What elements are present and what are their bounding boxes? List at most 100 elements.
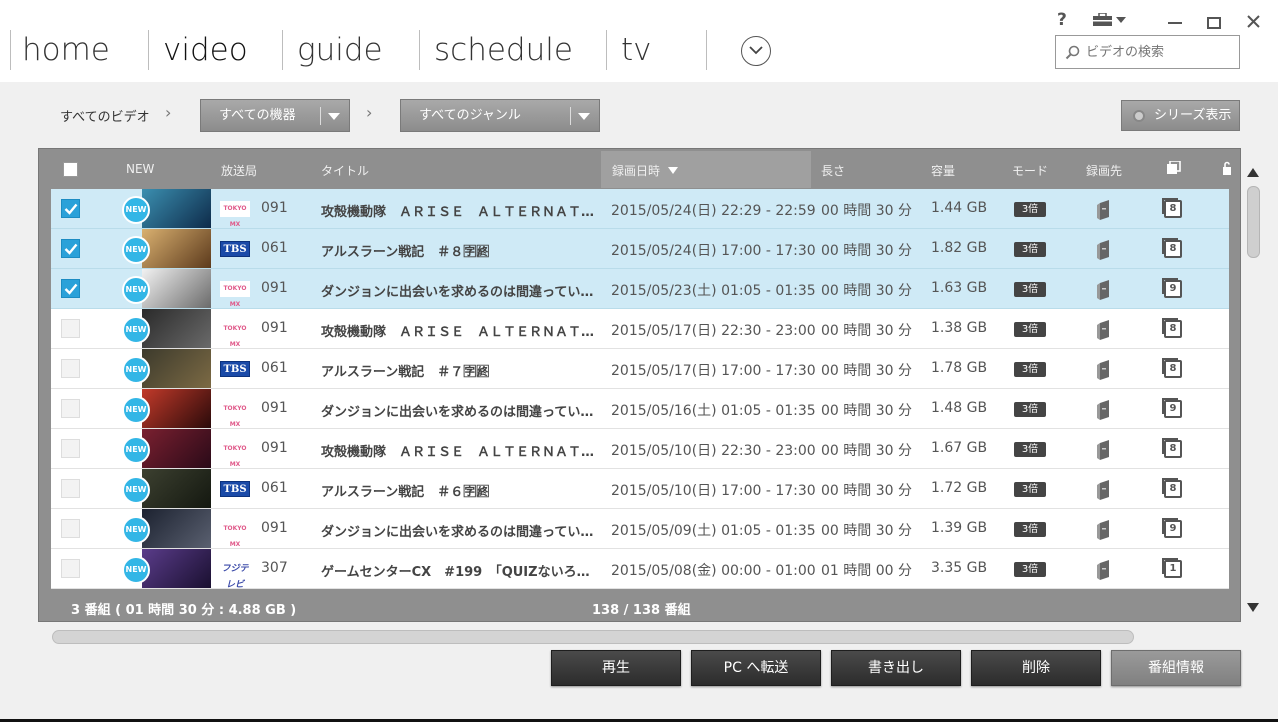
video-thumbnail[interactable] [142,309,211,348]
row-checkbox[interactable] [61,439,80,458]
table-row[interactable]: NEW TBS 061 アルスラーン戦記 ＃６🈑🈡 2015/05/10(日) 17:0… [51,469,1229,509]
caret-down-icon [328,113,340,120]
video-list-panel: NEW 放送局 タイトル 録画日時 長さ 容量 モード 録画先 NEW TOKYO… [38,148,1241,622]
column-header-size[interactable]: 容量 [931,162,955,179]
table-row[interactable]: NEW TOKYO MX 091 攻殻機動隊 ＡＲＩＳＥ ＡＬＴＥＲＮＡＴＩＶＥ 201… [51,309,1229,349]
channel-logo: TOKYO MX [220,441,250,468]
row-checkbox[interactable] [61,519,80,538]
tab-tv[interactable]: tv [621,30,652,70]
scroll-up-arrow[interactable] [1247,168,1259,177]
row-checkbox[interactable] [61,559,80,578]
breadcrumb-root[interactable]: すべてのビデオ [60,106,150,125]
dropdown-divider [320,107,321,125]
column-header-destination[interactable]: 録画先 [1086,162,1122,179]
table-row[interactable]: NEW TOKYO MX 091 攻殻機動隊 ＡＲＩＳＥ ＡＬＴＥＲＮＡＴＩＶＥ 201… [51,429,1229,469]
column-header-station[interactable]: 放送局 [221,162,257,179]
more-tabs-button[interactable] [741,36,771,66]
video-thumbnail[interactable] [142,349,211,388]
radio-icon [1133,110,1145,122]
video-thumbnail[interactable] [142,549,211,588]
channel-logo: TOKYO MX [220,321,250,348]
recorded-datetime: 2015/05/08(金) 00:00 - 01:00 [611,563,816,579]
table-row[interactable]: NEW TOKYO MX 091 攻殻機動隊 ＡＲＩＳＥ ＡＬＴＥＲＮＡＴＩＶＥ 201… [51,189,1229,229]
search-input[interactable] [1086,42,1234,62]
program-length: 00 時間 30 分 [821,523,912,539]
column-header-recorded[interactable]: 録画日時 [612,162,679,179]
copy-count-icon: 9 [1162,278,1182,298]
checkmark-icon [64,203,78,215]
maximize-button[interactable] [1207,14,1221,34]
column-header-lock-icon[interactable] [1222,161,1232,178]
breadcrumb-arrow-icon: › [366,103,373,122]
program-length: 00 時間 30 分 [821,243,912,259]
search-box[interactable] [1055,35,1240,69]
row-checkbox[interactable] [61,479,80,498]
row-checkbox[interactable] [61,359,80,378]
video-thumbnail[interactable] [142,269,211,308]
channel-number: 091 [261,280,288,296]
column-header-title[interactable]: タイトル [321,162,369,179]
program-title: アルスラーン戦記 ＃７🈑🈡 [321,365,490,380]
column-header-recorded-label: 録画日時 [612,164,661,178]
file-size: 1.44 GB [931,200,988,216]
column-header-new[interactable]: NEW [126,162,154,176]
video-thumbnail[interactable] [142,429,211,468]
new-badge: NEW [122,316,150,344]
program-length: 01 時間 00 分 [821,563,912,579]
select-all-checkbox[interactable] [63,162,78,177]
tab-divider [282,30,283,70]
export-button[interactable]: 書き出し [831,650,961,686]
series-toggle-button[interactable]: シリーズ表示 [1121,100,1240,131]
tab-video[interactable]: video [163,30,248,70]
video-thumbnail[interactable] [142,469,211,508]
row-checkbox[interactable] [61,239,80,258]
vertical-scrollbar-thumb[interactable] [1247,186,1260,258]
video-thumbnail[interactable] [142,189,211,228]
channel-number: 091 [261,200,288,216]
program-title: 攻殻機動隊 ＡＲＩＳＥ ＡＬＴＥＲＮＡＴＩＶＥ [321,325,601,340]
new-badge: NEW [122,356,150,384]
column-header-mode[interactable]: モード [1012,162,1048,179]
minimize-button[interactable] [1168,8,1182,29]
sort-descending-icon [668,167,679,174]
recorded-datetime: 2015/05/10(日) 17:00 - 17:30 [611,483,816,499]
row-checkbox[interactable] [61,279,80,298]
video-thumbnail[interactable] [142,509,211,548]
transfer-to-pc-button[interactable]: PC へ転送 [691,650,821,686]
new-badge: NEW [122,396,150,424]
chevron-down-icon [749,46,763,55]
table-row[interactable]: NEW TOKYO MX 091 ダンジョンに出会いを求めるのは間違っているだろうか 2… [51,269,1229,309]
program-info-button[interactable]: 番組情報 [1111,650,1241,686]
column-header-length[interactable]: 長さ [821,162,845,179]
genre-dropdown[interactable]: すべてのジャンル [400,99,600,132]
delete-button[interactable]: 削除 [971,650,1101,686]
table-row[interactable]: NEW フジテレビONE 307 ゲームセンターCX #199 「QUIZないろは」 2… [51,549,1229,589]
row-checkbox[interactable] [61,199,80,218]
recorded-datetime: 2015/05/23(土) 01:05 - 01:35 [611,283,816,299]
close-button[interactable] [1247,13,1260,33]
channel-logo: TBS [220,361,250,377]
table-row[interactable]: NEW TBS 061 アルスラーン戦記 ＃７🈑🈡 2015/05/17(日) 17:0… [51,349,1229,389]
row-checkbox[interactable] [61,399,80,418]
horizontal-scrollbar[interactable] [52,630,1134,644]
scroll-down-arrow[interactable] [1247,603,1259,612]
recording-mode-badge: 3倍 [1014,362,1046,377]
table-row[interactable]: NEW TOKYO MX 091 ダンジョンに出会いを求めるのは間違っているだろうか 2… [51,509,1229,549]
new-badge: NEW [122,276,150,304]
tab-home[interactable]: home [22,30,110,70]
recorded-datetime: 2015/05/17(日) 17:00 - 17:30 [611,363,816,379]
device-dropdown[interactable]: すべての機器 [200,99,350,132]
video-thumbnail[interactable] [142,389,211,428]
tab-guide[interactable]: guide [297,30,383,70]
table-row[interactable]: NEW TOKYO MX 091 ダンジョンに出会いを求めるのは間違っているだろうか 2… [51,389,1229,429]
video-thumbnail[interactable] [142,229,211,268]
toolbox-icon[interactable] [1092,12,1128,32]
help-button[interactable]: ? [1057,10,1067,30]
tab-schedule[interactable]: schedule [434,30,573,70]
recorder-device-icon [1096,440,1110,464]
play-button[interactable]: 再生 [551,650,681,686]
table-row[interactable]: NEW TBS 061 アルスラーン戦記 ＃８🈑🈡 2015/05/24(日) 17:0… [51,229,1229,269]
column-header-copies-icon[interactable] [1166,160,1181,178]
row-checkbox[interactable] [61,319,80,338]
channel-number: 061 [261,360,288,376]
